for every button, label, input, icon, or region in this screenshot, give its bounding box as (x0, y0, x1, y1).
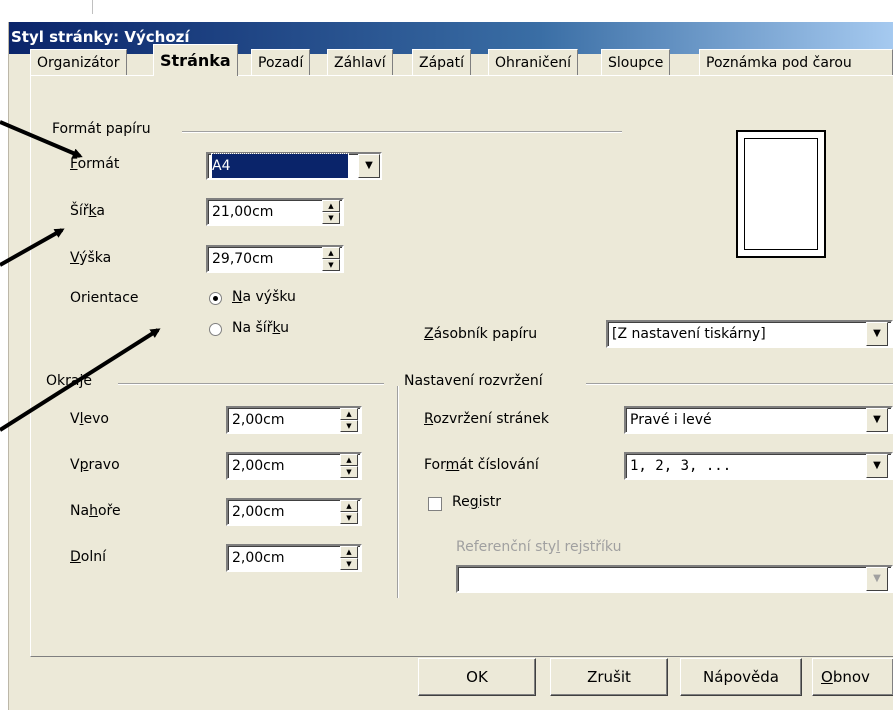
right-margin-spinner[interactable]: ▲ ▼ (340, 454, 358, 478)
triangle-down-icon[interactable]: ▼ (340, 558, 358, 570)
margins-group-line (118, 383, 384, 384)
tab-columns[interactable]: Sloupce (601, 49, 671, 75)
format-select[interactable]: A4 (206, 152, 382, 180)
triangle-down-icon: ▼ (873, 573, 881, 584)
layout-group-line (586, 383, 893, 384)
portrait-radio[interactable] (209, 292, 222, 305)
bottom-margin-spinner[interactable]: ▲ ▼ (340, 546, 358, 570)
landscape-radio[interactable] (209, 323, 222, 336)
left-margin-spinner[interactable]: ▲ ▼ (340, 408, 358, 432)
triangle-down-icon[interactable]: ▼ (340, 512, 358, 524)
tab-organizer[interactable]: Organizátor (30, 49, 127, 75)
tab-borders[interactable]: Ohraničení (488, 49, 579, 75)
orientation-label: Orientace (70, 290, 139, 306)
top-margin-spinner[interactable]: ▲ ▼ (340, 500, 358, 524)
triangle-up-icon[interactable]: ▲ (340, 408, 358, 420)
width-spinner[interactable]: ▲ ▼ (322, 200, 340, 224)
landscape-label[interactable]: Na šířku (232, 320, 289, 336)
format-value: A4 (211, 153, 349, 179)
format-dropdown-button[interactable]: ▼ (358, 154, 380, 178)
tab-background[interactable]: Pozadí (251, 49, 311, 75)
register-label[interactable]: Registr (452, 494, 501, 510)
triangle-up-icon[interactable]: ▲ (322, 200, 340, 212)
reset-button[interactable]: Obnov (812, 658, 893, 696)
top-margin-label: Nahoře (70, 503, 121, 519)
layout-group-label: Nastavení rozvržení (404, 373, 543, 389)
register-checkbox[interactable] (428, 497, 442, 511)
page-layout-dropdown-button[interactable]: ▼ (866, 408, 888, 432)
portrait-label[interactable]: Na výšku (232, 289, 296, 305)
ok-button[interactable]: OK (418, 658, 536, 696)
ref-style-label: Referenční styl rejstříku (456, 539, 622, 555)
triangle-down-icon: ▼ (873, 460, 881, 471)
triangle-up-icon[interactable]: ▲ (340, 500, 358, 512)
numbering-select[interactable]: 1, 2, 3, ... (624, 452, 893, 480)
paper-tray-select[interactable]: [Z nastavení tiskárny] (606, 320, 893, 348)
triangle-down-icon: ▼ (365, 160, 373, 171)
triangle-down-icon: ▼ (873, 414, 881, 425)
format-label: Formát (70, 156, 120, 172)
ref-style-select (456, 565, 893, 593)
left-margin-label: Vlevo (70, 411, 109, 427)
bottom-margin-label: Dolní (70, 549, 106, 565)
margins-group-label: Okraje (46, 373, 92, 389)
triangle-down-icon[interactable]: ▼ (340, 466, 358, 478)
tab-footnote[interactable]: Poznámka pod čarou (699, 49, 893, 75)
triangle-up-icon[interactable]: ▲ (340, 454, 358, 466)
tab-footer[interactable]: Zápatí (412, 49, 472, 75)
numbering-label: Formát číslování (424, 457, 539, 473)
numbering-dropdown-button[interactable]: ▼ (866, 454, 888, 478)
paper-format-group-label: Formát papíru (52, 121, 151, 137)
tab-page[interactable]: Stránka (153, 44, 238, 76)
height-spinner[interactable]: ▲ ▼ (322, 247, 340, 271)
triangle-up-icon[interactable]: ▲ (322, 247, 340, 259)
triangle-down-icon[interactable]: ▼ (322, 212, 340, 224)
right-margin-label: Vpravo (70, 457, 120, 473)
width-label: Šířka (70, 203, 106, 219)
triangle-down-icon: ▼ (873, 328, 881, 339)
paper-format-group-line (182, 131, 622, 132)
page-preview (736, 130, 826, 258)
paper-tray-label: Zásobník papíru (424, 326, 538, 342)
height-label: Výška (70, 250, 112, 266)
page-layout-label: Rozvržení stránek (424, 411, 549, 427)
tab-header[interactable]: Záhlaví (327, 49, 393, 75)
help-button[interactable]: Nápověda (680, 658, 802, 696)
paper-tray-dropdown-button[interactable]: ▼ (866, 322, 888, 346)
cancel-button[interactable]: Zrušit (550, 658, 668, 696)
ref-style-dropdown-button: ▼ (866, 567, 888, 591)
document-edge-line (92, 0, 93, 14)
triangle-down-icon[interactable]: ▼ (340, 420, 358, 432)
triangle-down-icon[interactable]: ▼ (322, 259, 340, 271)
layout-divider (397, 386, 398, 598)
page-layout-select[interactable]: Pravé i levé (624, 406, 893, 434)
triangle-up-icon[interactable]: ▲ (340, 546, 358, 558)
